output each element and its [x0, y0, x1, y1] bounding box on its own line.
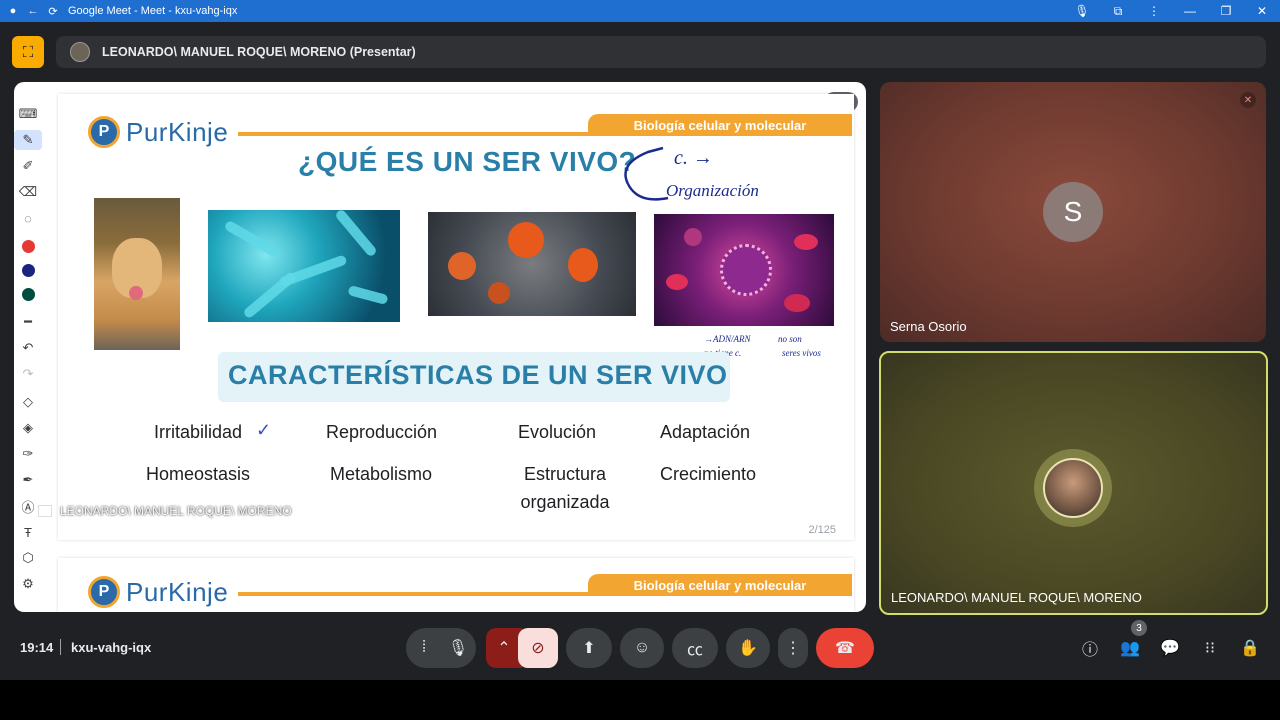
- app-icon: ●: [9, 5, 17, 17]
- avatar: S: [1043, 182, 1103, 242]
- back-icon[interactable]: ←: [26, 4, 40, 18]
- keyboard-icon[interactable]: ⌨: [14, 104, 42, 124]
- camera-options-button[interactable]: ⌃: [486, 628, 522, 668]
- avatar: [1043, 458, 1103, 518]
- fill-icon[interactable]: ◈: [14, 418, 42, 438]
- trait-estructura: Estructura organizada: [520, 464, 610, 512]
- annotation-toolbar: ⌨ ✎ ✐ ⌫ ◌ ━ ↶ ↷ ◇ ◈ ✑ ✒ Ⓐ Ŧ ⬡ ⚙: [14, 100, 42, 610]
- participant-name: LEONARDO\ MANUEL ROQUE\ MORENO: [891, 590, 1142, 605]
- brand-name: PurKinje: [126, 116, 229, 147]
- dog-image: [94, 198, 180, 350]
- stamp-icon[interactable]: Ⓐ: [14, 496, 42, 516]
- course-banner: Biología celular y molecular: [588, 114, 852, 136]
- eraser-icon[interactable]: ⌫: [14, 182, 42, 202]
- raise-hand-button[interactable]: ✋: [726, 628, 770, 668]
- trait-evolucion: Evolución: [518, 422, 597, 442]
- annotation-c: c. →: [674, 147, 713, 169]
- bacteria-image: [208, 208, 400, 322]
- presenter-avatar: [70, 42, 90, 62]
- divider: [60, 639, 61, 655]
- course-banner-2: Biología celular y molecular: [588, 574, 852, 596]
- settings-icon[interactable]: ⚙: [14, 574, 42, 594]
- host-controls-icon[interactable]: 🔒: [1238, 636, 1262, 660]
- brand-mark-icon: P: [88, 116, 120, 148]
- participant-tile-leonardo[interactable]: LEONARDO\ MANUEL ROQUE\ MORENO: [879, 351, 1268, 615]
- text-icon[interactable]: Ŧ: [14, 522, 42, 542]
- presenter-bar: LEONARDO\ MANUEL ROQUE\ MORENO (Presenta…: [56, 36, 1266, 68]
- restore-button[interactable]: ❐: [1208, 4, 1244, 18]
- meeting-code: kxu-vahg-iqx: [71, 640, 152, 655]
- highlighter-icon[interactable]: ✐: [14, 156, 42, 176]
- minimize-button[interactable]: —: [1172, 4, 1208, 18]
- color-red-swatch[interactable]: [14, 236, 42, 256]
- more-options-button[interactable]: ⋮: [778, 628, 808, 668]
- mic-muted-icon: ✕: [1240, 92, 1256, 108]
- annotation-organizacion: Organización: [666, 181, 759, 200]
- svg-text:seres vivos: seres vivos: [782, 348, 821, 358]
- participants-icon[interactable]: 👥: [1118, 636, 1142, 660]
- virus-image: [654, 214, 834, 326]
- leave-call-button[interactable]: ☎: [816, 628, 874, 668]
- participant-tile-serna[interactable]: ✕ S Serna Osorio: [880, 82, 1266, 342]
- speaking-ring: [1034, 449, 1112, 527]
- more-menu-icon[interactable]: ⋮: [1136, 4, 1172, 18]
- brand-logo-2: P PurKinje: [88, 576, 228, 608]
- trait-crecimiento: Crecimiento: [660, 464, 757, 484]
- participants-count-badge: 3: [1131, 620, 1147, 636]
- trait-homeostasis: Homeostasis: [146, 464, 251, 484]
- window-title: Google Meet - Meet - kxu-vahg-iqx: [68, 5, 238, 17]
- presenter-label: LEONARDO\ MANUEL ROQUE\ MORENO (Presenta…: [102, 45, 416, 59]
- page-number: 2/125: [808, 524, 836, 536]
- title-bar: ● ← ⟳ Google Meet - Meet - kxu-vahg-iqx …: [0, 0, 1280, 22]
- mic-indicator-icon[interactable]: 🎙: [1064, 4, 1100, 18]
- emoji-button[interactable]: ☺: [620, 628, 664, 668]
- protozoa-image: [428, 212, 636, 316]
- lasso-icon[interactable]: ◌: [14, 208, 42, 228]
- clock: 19:14: [20, 640, 54, 655]
- extension-icon[interactable]: ⧉: [1100, 4, 1136, 19]
- svg-text:→ADN/ARN: →ADN/ARN: [704, 334, 751, 344]
- meet-window: ● ← ⟳ Google Meet - Meet - kxu-vahg-iqx …: [0, 0, 1280, 680]
- captions-button[interactable]: ㏄: [672, 628, 718, 668]
- handwritten-annotation: c. → Organización: [624, 146, 759, 201]
- green-pen-icon[interactable]: ✒: [14, 470, 42, 490]
- audio-levels-icon[interactable]: ⦙: [406, 628, 442, 668]
- brand-name-2: PurKinje: [126, 576, 229, 607]
- pen-icon[interactable]: ✎: [14, 130, 42, 150]
- bottom-bar: 19:14 kxu-vahg-iqx ⦙ 🎙 ⌃ ⊘ ⬆ ☺ ㏄ ✋ ⋮ ☎ ⓘ…: [0, 620, 1280, 676]
- mic-button[interactable]: 🎙: [440, 628, 476, 668]
- undo-icon[interactable]: ↶: [14, 338, 42, 358]
- checkmark-icon: ✓: [256, 420, 272, 440]
- trait-irritabilidad: Irritabilidad: [154, 422, 243, 442]
- camera-off-button[interactable]: ⊘: [518, 628, 558, 668]
- close-button[interactable]: ✕: [1244, 4, 1280, 18]
- next-slide-preview: P PurKinje Biología celular y molecular: [58, 558, 854, 612]
- reload-icon[interactable]: ⟳: [46, 4, 60, 18]
- brand-mark-icon: P: [88, 576, 120, 608]
- presenter-overlay-name: LEONARDO\ MANUEL ROQUE\ MORENO: [38, 504, 292, 518]
- trait-adaptacion: Adaptación: [660, 422, 751, 442]
- shape-icon[interactable]: ◇: [14, 392, 42, 412]
- stroke-width-icon[interactable]: ━: [14, 312, 42, 332]
- redo-icon[interactable]: ↷: [14, 364, 42, 384]
- presentation-stage: 🎙̸ P PurKinje Biología celular y molecul…: [14, 82, 866, 612]
- marker-icon[interactable]: ✑: [14, 444, 42, 464]
- stop-presenting-button[interactable]: ⛶: [12, 36, 44, 68]
- color-teal-swatch[interactable]: [14, 284, 42, 304]
- chat-icon[interactable]: 💬: [1158, 636, 1182, 660]
- participant-name: Serna Osorio: [890, 319, 967, 334]
- presenter-overlay-label: LEONARDO\ MANUEL ROQUE\ MORENO: [60, 504, 292, 518]
- trait-reproduccion: Reproducción: [326, 422, 438, 442]
- slide-caption: CARACTERÍSTICAS DE UN SER VIVO: [228, 360, 728, 390]
- shapes-icon[interactable]: ⬡: [14, 548, 42, 568]
- slide-heading: ¿QUÉ ES UN SER VIVO?: [298, 146, 637, 177]
- trait-metabolismo: Metabolismo: [330, 464, 433, 484]
- slide: P PurKinje Biología celular y molecular …: [58, 94, 854, 540]
- svg-text:no son: no son: [778, 334, 802, 344]
- brand-logo: P PurKinje: [88, 116, 228, 148]
- present-button[interactable]: ⬆: [566, 628, 612, 668]
- activities-icon[interactable]: ⁝⁝: [1198, 636, 1222, 660]
- color-blue-swatch[interactable]: [14, 260, 42, 280]
- meeting-info-icon[interactable]: ⓘ: [1078, 636, 1102, 660]
